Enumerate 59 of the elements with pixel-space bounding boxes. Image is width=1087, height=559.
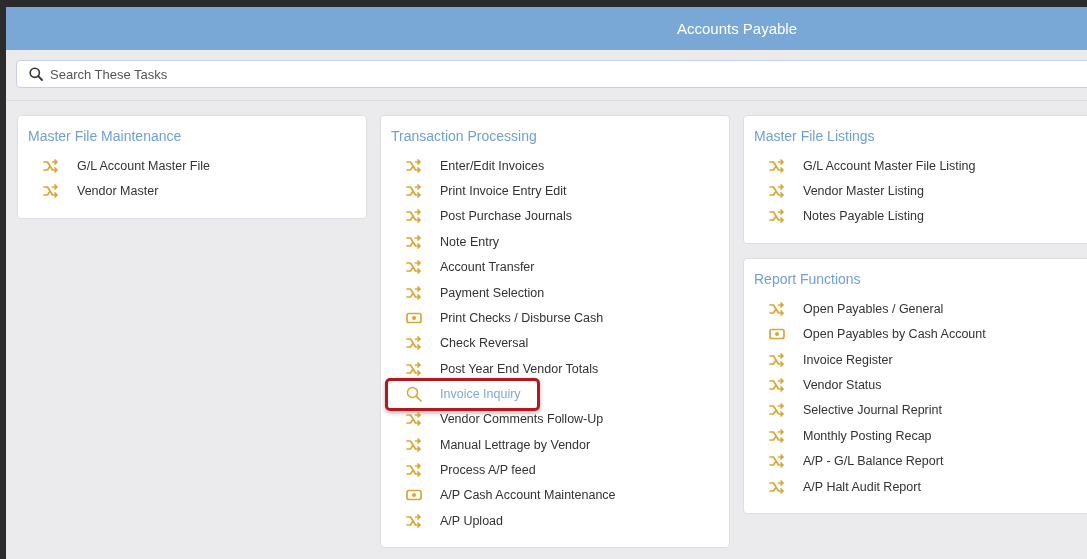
shuffle-icon: [768, 301, 786, 316]
task-item[interactable]: G/L Account Master File: [28, 153, 210, 179]
task-item[interactable]: Vendor Master: [28, 178, 159, 204]
task-item[interactable]: G/L Account Master File Listing: [754, 153, 976, 179]
task-item[interactable]: Check Reversal: [391, 330, 529, 357]
window-title: Accounts Payable: [676, 20, 798, 37]
panel-title: Transaction Processing: [391, 128, 538, 144]
task-item[interactable]: A/P Halt Audit Report: [754, 473, 921, 500]
task-item[interactable]: Selective Journal Reprint: [754, 397, 942, 424]
task-item[interactable]: Note Entry: [391, 229, 500, 255]
cash-icon: [405, 312, 423, 325]
shuffle-icon: [405, 209, 423, 224]
shuffle-icon: [405, 463, 423, 477]
panel-title: Master File Maintenance: [28, 128, 183, 144]
task-item[interactable]: Invoice Register: [754, 346, 893, 373]
task-item[interactable]: A/P - G/L Balance Report: [754, 448, 944, 474]
shuffle-icon: [42, 158, 60, 173]
task-item[interactable]: Vendor Status: [754, 372, 882, 398]
cash-icon: [768, 328, 786, 341]
task-item[interactable]: Payment Selection: [391, 279, 545, 306]
shuffle-icon: [768, 479, 786, 494]
shuffle-icon: [768, 158, 786, 173]
task-item[interactable]: A/P Cash Account Maintenance: [391, 482, 616, 509]
shuffle-icon: [405, 234, 423, 249]
shuffle-icon: [768, 454, 786, 469]
shuffle-icon: [405, 437, 423, 452]
task-item[interactable]: Print Checks / Disburse Cash: [391, 305, 604, 331]
shuffle-icon: [405, 260, 423, 275]
shuffle-icon: [768, 352, 786, 367]
task-item[interactable]: Print Invoice Entry Edit: [391, 178, 567, 204]
shuffle-icon: [405, 361, 423, 376]
shuffle-icon: [768, 209, 786, 224]
task-item[interactable]: Notes Payable Listing: [754, 203, 924, 230]
task-item[interactable]: Process A/P feed: [391, 457, 536, 483]
shuffle-icon: [768, 184, 786, 199]
shuffle-icon: [768, 378, 786, 393]
shuffle-icon: [405, 336, 423, 351]
task-item[interactable]: Enter/Edit Invoices: [391, 153, 545, 179]
shuffle-icon: [405, 285, 423, 300]
shuffle-icon: [405, 158, 423, 173]
shuffle-icon: [405, 412, 423, 427]
task-item[interactable]: Account Transfer: [391, 254, 535, 280]
task-item[interactable]: Post Purchase Journals: [391, 203, 572, 230]
panel-title: Master File Listings: [754, 128, 876, 144]
search-icon: [405, 386, 423, 402]
shuffle-icon: [768, 403, 786, 418]
task-item[interactable]: Open Payables by Cash Account: [754, 321, 986, 347]
shuffle-icon: [42, 184, 60, 199]
task-item[interactable]: Manual Lettrage by Vendor: [391, 431, 591, 458]
task-item[interactable]: Vendor Master Listing: [754, 178, 924, 204]
shuffle-icon: [405, 513, 423, 528]
search-field[interactable]: Search These Tasks: [16, 60, 1087, 88]
shuffle-icon: [405, 184, 423, 199]
shuffle-icon: [768, 428, 786, 443]
panel-title: Report Functions: [754, 271, 862, 288]
task-item[interactable]: Monthly Posting Recap: [754, 423, 932, 449]
cash-icon: [405, 489, 423, 502]
task-item[interactable]: Open Payables / General: [754, 296, 944, 322]
task-item[interactable]: A/P Upload: [391, 508, 503, 534]
